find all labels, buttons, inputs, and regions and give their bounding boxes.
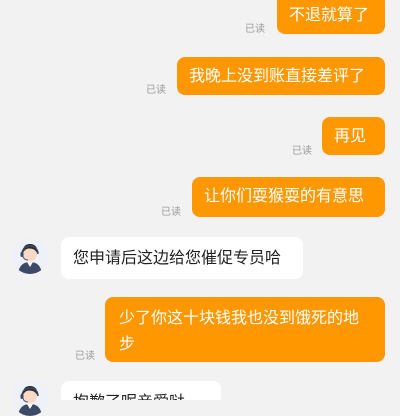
outgoing-message-bubble[interactable]: 少了你这十块钱我也没到饿死的地步 <box>105 297 385 362</box>
incoming-message-bubble[interactable]: 抱歉了呢亲爱哒 <box>61 381 221 400</box>
outgoing-message-bubble[interactable]: 再见 <box>322 117 385 155</box>
outgoing-message-bubble[interactable]: 我晚上没到账直接差评了 <box>177 57 385 95</box>
agent-avatar-icon[interactable] <box>12 238 48 274</box>
chat-message-list[interactable]: 不退就算了 已读 我晚上没到账直接差评了 已读 再见 已读 让你们耍猴耍的有意思… <box>0 0 400 416</box>
incoming-message-bubble[interactable]: 您申请后这边给您催促专员哈 <box>61 237 303 279</box>
read-status: 已读 <box>146 85 166 96</box>
read-status: 已读 <box>75 351 95 362</box>
agent-avatar-icon[interactable] <box>12 380 48 416</box>
read-status: 已读 <box>292 146 312 157</box>
read-status: 已读 <box>245 24 265 35</box>
read-status: 已读 <box>161 207 181 218</box>
outgoing-message-bubble[interactable]: 让你们耍猴耍的有意思 <box>192 177 385 217</box>
outgoing-message-bubble[interactable]: 不退就算了 <box>277 0 385 34</box>
